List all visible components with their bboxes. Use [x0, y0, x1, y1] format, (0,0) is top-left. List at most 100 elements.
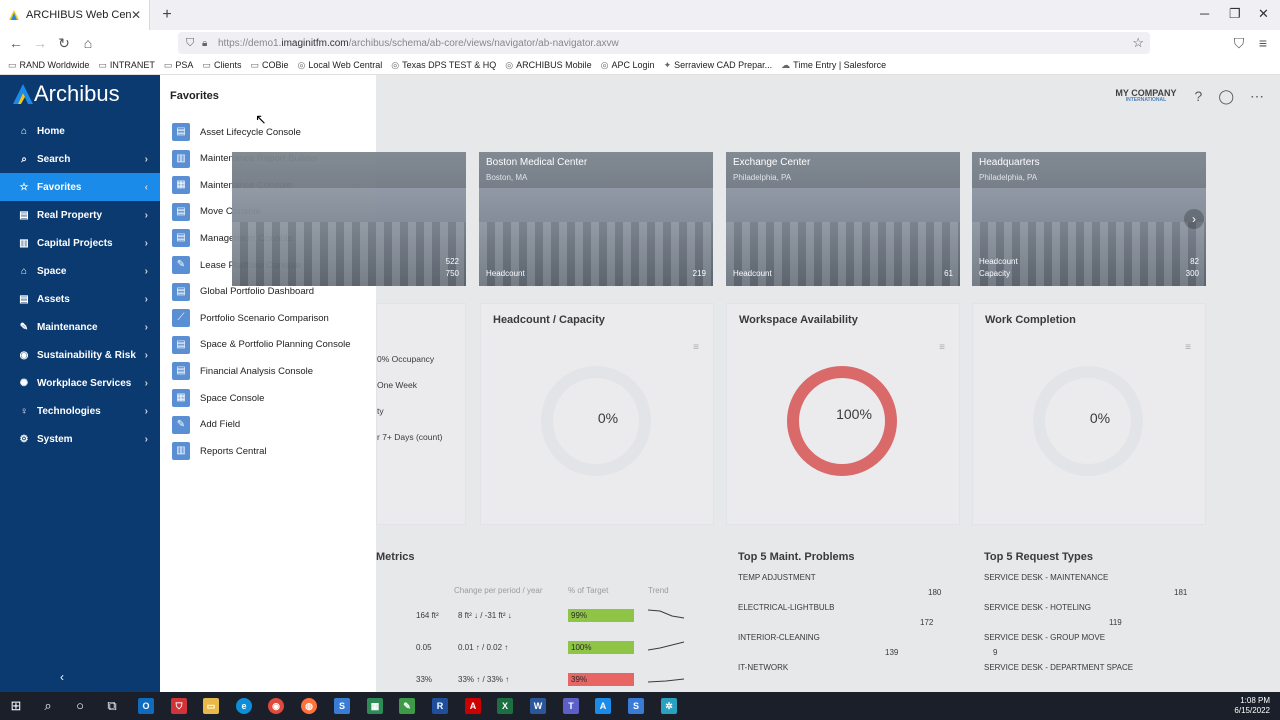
metrics-header-change: Change per period / year — [454, 586, 543, 595]
nav-item-label: Capital Projects — [37, 237, 113, 249]
building-card[interactable]: 522 750 — [232, 152, 466, 286]
help-icon[interactable]: ? — [1195, 88, 1203, 104]
collapse-nav-icon[interactable]: ‹ — [60, 670, 64, 684]
card-menu-icon[interactable]: ≡ — [1185, 342, 1191, 353]
archibus-app: Archibus ⌂ Home ⌕ Search › ☆ Favorites ‹ ▤ Real P… — [0, 75, 1280, 692]
bookmark-item[interactable]: ▭ PSA — [164, 60, 194, 71]
nav-item-search[interactable]: ⌕ Search › — [0, 145, 160, 173]
metrics-header-target: % of Target — [568, 586, 609, 595]
archibus-icon[interactable]: A — [595, 698, 611, 714]
nav-item-label: Sustainability & Risk — [37, 349, 136, 361]
favorite-item[interactable]: ▤ Financial Analysis Console — [172, 361, 372, 381]
bookmark-item[interactable]: ◎ APC Login — [601, 60, 655, 71]
bookmark-label: RAND Worldwide — [19, 60, 90, 70]
card-menu-icon[interactable]: ≡ — [693, 342, 699, 353]
building-card[interactable]: Headquarters Philadelphia, PA Headcount 82 C… — [972, 152, 1206, 286]
card-menu-icon[interactable]: ≡ — [939, 342, 945, 353]
excel-icon[interactable]: X — [497, 698, 513, 714]
list-item-value: 180 — [928, 588, 942, 597]
back-icon[interactable]: ← — [7, 34, 25, 52]
notepad-icon[interactable]: ✎ — [399, 698, 415, 714]
building-row1-value: 522 — [445, 257, 459, 266]
task-view-icon[interactable]: ⧉ — [104, 698, 120, 714]
nav-item-label: Technologies — [37, 405, 101, 417]
bookmark-item[interactable]: ✦ Serraview CAD Prepar... — [664, 60, 773, 71]
list-item-label: ELECTRICAL-LIGHTBULB — [738, 603, 835, 612]
building-photo — [232, 222, 466, 286]
revit-icon[interactable]: R — [432, 698, 448, 714]
metric-target-pct: 99% — [568, 609, 634, 622]
user-icon[interactable]: ◯ — [1218, 88, 1234, 105]
building-card[interactable]: Exchange Center Philadelphia, PA Headcount… — [726, 152, 960, 286]
nav-item-system[interactable]: ⚙ System › — [0, 425, 160, 453]
bookmark-label: Texas DPS TEST & HQ — [402, 60, 497, 70]
firefox-icon[interactable]: ◍ — [301, 698, 317, 714]
app-s2-icon[interactable]: S — [628, 698, 644, 714]
bookmark-item[interactable]: ▭ RAND Worldwide — [8, 60, 89, 71]
nav-item-real-property[interactable]: ▤ Real Property › — [0, 201, 160, 229]
menu-icon[interactable]: ≡ — [1254, 34, 1272, 52]
favorite-item[interactable]: ▥ Reports Central — [172, 441, 372, 461]
snowflake-app-icon[interactable]: ✲ — [661, 698, 677, 714]
bookmark-item[interactable]: ◎ Texas DPS TEST & HQ — [391, 60, 496, 71]
browser-tab[interactable]: ARCHIBUS Web Central:Home ✕ — [0, 0, 150, 30]
address-bar[interactable]: ⛉ 🔒︎ https://demo1. imaginitfm.com/archib… — [178, 32, 1150, 54]
headcount-card: Headcount / Capacity ≡ 0% — [480, 303, 714, 525]
edge-icon[interactable]: e — [236, 698, 252, 714]
shield-app-icon[interactable]: ⛉ — [171, 698, 187, 714]
bookmark-item[interactable]: ▭ Clients — [202, 60, 241, 71]
nav-item-maintenance[interactable]: ✎ Maintenance › — [0, 313, 160, 341]
favorite-item[interactable]: ▤ Space & Portfolio Planning Console — [172, 335, 372, 355]
close-tab-icon[interactable]: ✕ — [131, 8, 141, 22]
console-icon: ▤ — [172, 282, 190, 301]
calculator-icon[interactable]: ▦ — [367, 698, 383, 714]
occupancy-line: ty — [377, 406, 384, 416]
minimize-icon[interactable]: ─ — [1200, 6, 1209, 21]
favorite-item[interactable]: ▤ Asset Lifecycle Console — [172, 122, 372, 142]
nav-item-sustainability-risk[interactable]: ◉ Sustainability & Risk › — [0, 341, 160, 369]
bookmark-item[interactable]: ☁ Time Entry | Salesforce — [781, 60, 886, 71]
building-card[interactable]: Boston Medical Center Boston, MA Headcount… — [479, 152, 713, 286]
bookmark-item[interactable]: ▭ COBie — [250, 60, 288, 71]
nav-item-workplace-services[interactable]: ✺ Workplace Services › — [0, 369, 160, 397]
nav-item-assets[interactable]: ▤ Assets › — [0, 285, 160, 313]
nav-item-technologies[interactable]: ♀ Technologies › — [0, 397, 160, 425]
teams-icon[interactable]: T — [563, 698, 579, 714]
pocket-icon[interactable]: ⛉ — [1230, 34, 1248, 52]
word-icon[interactable]: W — [530, 698, 546, 714]
outlook-icon[interactable]: O — [138, 698, 154, 714]
star-icon: ☆ — [19, 181, 29, 193]
more-icon[interactable]: ⋯ — [1250, 88, 1264, 105]
bookmark-item[interactable]: ◎ Local Web Central — [297, 60, 382, 71]
new-tab-button[interactable]: + — [156, 4, 178, 26]
file-explorer-icon[interactable]: ▭ — [203, 698, 219, 714]
app-s-icon[interactable]: S — [334, 698, 350, 714]
nav-item-space[interactable]: ⌂ Space › — [0, 257, 160, 285]
maximize-icon[interactable]: ❐ — [1229, 6, 1241, 22]
bookmark-item[interactable]: ▭ INTRANET — [98, 60, 155, 71]
bookmark-item[interactable]: ◎ ARCHIBUS Mobile — [505, 60, 591, 71]
folder-icon: ▭ — [163, 59, 173, 70]
list-item-label: SERVICE DESK - MAINTENANCE — [984, 573, 1109, 582]
forward-icon[interactable]: → — [31, 34, 49, 52]
nav-item-home[interactable]: ⌂ Home — [0, 117, 160, 145]
nav-item-favorites[interactable]: ☆ Favorites ‹ — [0, 173, 160, 201]
bookmark-label: Serraview CAD Prepar... — [674, 60, 773, 70]
windows-start-icon[interactable]: ⊞ — [8, 698, 24, 714]
next-arrow-icon[interactable]: › — [1184, 209, 1204, 229]
search-icon[interactable]: ⌕ — [40, 698, 56, 714]
favorite-item[interactable]: ✎ Add Field — [172, 415, 372, 435]
nav-item-label: Real Property — [37, 209, 103, 221]
cortana-icon[interactable]: ○ — [72, 698, 88, 714]
autocad-icon[interactable]: A — [465, 698, 481, 714]
url-prefix: https://demo1. — [218, 37, 282, 49]
chrome-icon[interactable]: ◉ — [268, 698, 284, 714]
chevron-icon: › — [144, 433, 148, 445]
reload-icon[interactable]: ↻ — [55, 34, 73, 52]
favorite-item[interactable]: ▦ Space Console — [172, 388, 372, 408]
close-window-icon[interactable]: ✕ — [1258, 6, 1269, 22]
nav-item-capital-projects[interactable]: ▥ Capital Projects › — [0, 229, 160, 257]
bookmark-star-icon[interactable]: ☆ — [1132, 35, 1144, 51]
favorite-item[interactable]: ⟋ Portfolio Scenario Comparison — [172, 308, 372, 328]
home-icon[interactable]: ⌂ — [79, 34, 97, 52]
